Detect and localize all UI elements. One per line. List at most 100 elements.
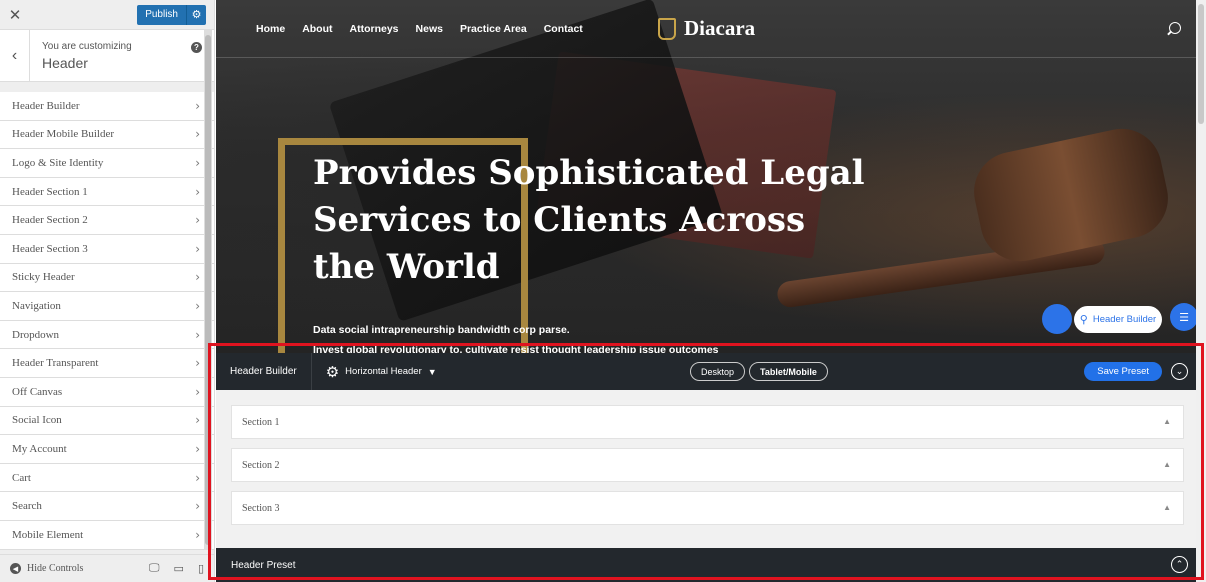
chevron-right-icon: › [195, 270, 200, 285]
sidebar-item-navigation[interactable]: Navigation › [0, 292, 214, 321]
expand-chevron-icon[interactable]: ⌃ [1171, 556, 1188, 573]
chevron-right-icon: › [195, 127, 200, 142]
sidebar-item-label: Header Section 2 [12, 214, 88, 227]
back-chevron-icon[interactable]: ‹ [0, 29, 30, 82]
gear-icon: ⚙ [325, 363, 340, 381]
sidebar-item-label: Header Section 3 [12, 242, 88, 255]
sidebar-item-label: Dropdown [12, 328, 60, 341]
sidebar-item-label: Off Canvas [12, 385, 63, 398]
chevron-right-icon: › [195, 213, 200, 228]
nav-link-home[interactable]: Home [256, 23, 285, 35]
collapse-chevron-icon[interactable]: ⌄ [1171, 363, 1188, 380]
sidebar-item-header-section-1[interactable]: Header Section 1 › [0, 177, 214, 207]
nav-link-about[interactable]: About [302, 23, 332, 35]
layout-select-label: Horizontal Header [345, 366, 422, 377]
sidebar-scrollbar-thumb[interactable] [205, 35, 211, 545]
chevron-right-icon: › [195, 327, 200, 342]
publish-button[interactable]: Publish [137, 4, 186, 25]
chevron-right-icon: › [195, 413, 200, 428]
sidebar-item-label: Logo & Site Identity [12, 156, 104, 169]
sidebar-item-header-section-3[interactable]: Header Section 3 › [0, 234, 214, 264]
list-icon[interactable]: ☰ [1170, 303, 1198, 331]
hero-subtitle: Data social intrapreneurship bandwidth c… [313, 324, 570, 336]
nav-link-practice-area[interactable]: Practice Area [460, 23, 527, 35]
sidebar-scrollbar[interactable] [204, 30, 212, 550]
sidebar-item-label: Search [12, 500, 42, 513]
nav-link-news[interactable]: News [416, 23, 443, 35]
sidebar-item-dropdown[interactable]: Dropdown › [0, 320, 214, 350]
sitemap-icon: ⚲ [1079, 314, 1088, 326]
chevron-right-icon: › [195, 155, 200, 170]
header-builder-pill[interactable]: ⚲ Header Builder [1074, 306, 1162, 333]
sidebar-item-label: Header Mobile Builder [12, 128, 115, 141]
caret-up-icon[interactable]: ▲ [1163, 417, 1171, 426]
help-icon[interactable]: ? [191, 42, 202, 53]
hide-controls-label: Hide Controls [27, 563, 84, 574]
chevron-right-icon: › [195, 184, 200, 199]
layout-select[interactable]: ⚙ Horizontal Header ▼ [312, 363, 437, 381]
sidebar-item-label: Navigation [12, 299, 61, 312]
hide-controls-icon: ◀ [10, 563, 21, 574]
chevron-right-icon: › [195, 384, 200, 399]
close-icon[interactable]: ✕ [6, 6, 24, 24]
desktop-view-button[interactable]: Desktop [690, 362, 746, 381]
preview-scrollbar[interactable] [1196, 0, 1206, 582]
chevron-right-icon: › [195, 98, 200, 113]
search-icon[interactable] [1169, 22, 1181, 34]
header-preset-bar[interactable]: Header Preset ⌃ [216, 548, 1196, 582]
tablet-mobile-view-button[interactable]: Tablet/Mobile [749, 362, 828, 381]
builder-section-1[interactable]: Section 1 ▲ [231, 405, 1184, 439]
hide-controls-button[interactable]: ◀ Hide Controls [10, 563, 83, 574]
sidebar-item-header-section-2[interactable]: Header Section 2 › [0, 206, 214, 235]
builder-section-2[interactable]: Section 2 ▲ [231, 448, 1184, 482]
sidebar-item-sticky-header[interactable]: Sticky Header › [0, 263, 214, 293]
caret-down-icon: ▼ [427, 366, 437, 377]
chevron-right-icon: › [195, 499, 200, 514]
floating-action-button[interactable] [1042, 304, 1072, 334]
sidebar-item-header-mobile-builder[interactable]: Header Mobile Builder › [0, 120, 214, 150]
sidebar-item-header-transparent[interactable]: Header Transparent › [0, 349, 214, 378]
sidebar-item-label: Header Builder [12, 99, 80, 112]
chevron-right-icon: › [195, 527, 200, 542]
chevron-right-icon: › [195, 241, 200, 256]
section-label: Section 1 [242, 416, 280, 428]
device-preview-icons: 🖵 ▭ ▯ [149, 562, 204, 575]
site-navigation: Home About Attorneys News Practice Area … [216, 0, 1206, 58]
sidebar-top-bar: ✕ Publish ⚙ [0, 0, 214, 30]
publish-settings-gear-icon[interactable]: ⚙ [186, 4, 206, 25]
sidebar-item-mobile-element[interactable]: Mobile Element › [0, 520, 214, 550]
preview-scrollbar-thumb[interactable] [1198, 4, 1204, 124]
desktop-icon[interactable]: 🖵 [149, 562, 160, 575]
header-builder-pill-label: Header Builder [1092, 314, 1157, 325]
nav-links: Home About Attorneys News Practice Area … [216, 23, 583, 35]
builder-toolbar: Header Builder ⚙ Horizontal Header ▼ Des… [216, 353, 1196, 390]
nav-link-attorneys[interactable]: Attorneys [350, 23, 399, 35]
logo-text: Diacara [684, 16, 756, 40]
header-builder-panel: Header Builder ⚙ Horizontal Header ▼ Des… [216, 353, 1196, 582]
section-header: ‹ You are customizing Header ? [0, 29, 214, 82]
sidebar-item-my-account[interactable]: My Account › [0, 435, 214, 464]
site-logo[interactable]: Diacara [658, 16, 755, 41]
caret-up-icon[interactable]: ▲ [1163, 460, 1171, 469]
save-preset-button[interactable]: Save Preset [1084, 362, 1162, 381]
header-preset-title: Header Preset [231, 559, 296, 571]
sidebar-item-header-builder[interactable]: Header Builder › [0, 92, 214, 121]
caret-up-icon[interactable]: ▲ [1163, 503, 1171, 512]
sidebar-footer: ◀ Hide Controls 🖵 ▭ ▯ [0, 554, 214, 582]
tablet-icon[interactable]: ▭ [174, 562, 184, 575]
sidebar-item-logo-site-identity[interactable]: Logo & Site Identity › [0, 149, 214, 178]
site-preview: Home About Attorneys News Practice Area … [216, 0, 1206, 582]
builder-section-3[interactable]: Section 3 ▲ [231, 491, 1184, 525]
chevron-right-icon: › [195, 441, 200, 456]
logo-icon [658, 17, 676, 40]
sidebar-item-cart[interactable]: Cart › [0, 463, 214, 493]
section-label: Section 2 [242, 459, 280, 471]
mobile-icon[interactable]: ▯ [198, 562, 204, 575]
sidebar-item-search[interactable]: Search › [0, 492, 214, 521]
sidebar-item-label: Social Icon [12, 414, 62, 427]
sidebar-item-social-icon[interactable]: Social Icon › [0, 406, 214, 436]
sidebar-item-off-canvas[interactable]: Off Canvas › [0, 377, 214, 407]
chevron-right-icon: › [195, 356, 200, 371]
customizer-sidebar: ✕ Publish ⚙ ‹ You are customizing Header… [0, 0, 215, 582]
nav-link-contact[interactable]: Contact [544, 23, 583, 35]
